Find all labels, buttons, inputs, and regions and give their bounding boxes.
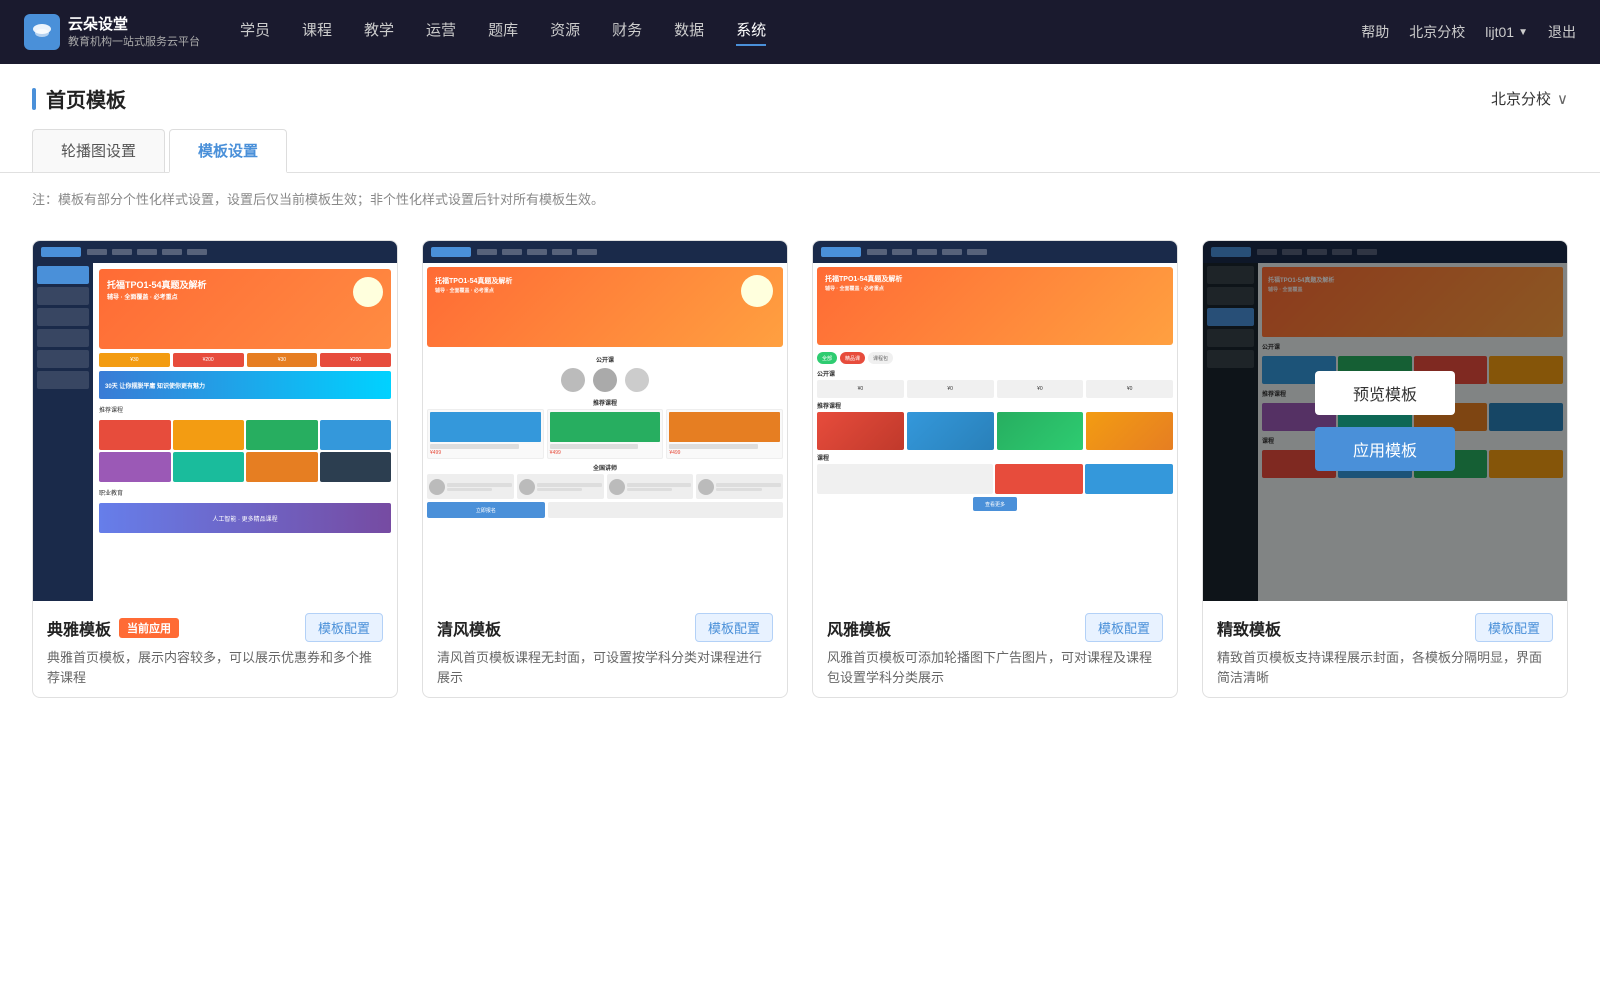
nav-logout[interactable]: 退出 [1548, 22, 1576, 42]
note: 注：模板有部分个性化样式设置，设置后仅当前模板生效；非个性化样式设置后针对所有模… [0, 173, 1600, 224]
page-content: 首页模板 北京分校 ∨ 轮播图设置 模板设置 注：模板有部分个性化样式设置，设置… [0, 64, 1600, 990]
btn-config-elegant[interactable]: 模板配置 [1085, 613, 1163, 642]
navbar: 云朵设堂 教育机构一站式服务云平台 学员 课程 教学 运营 题库 资源 财务 数… [0, 0, 1600, 64]
template-desc-typical: 典雅首页模板，展示内容较多，可以展示优惠券和多个推荐课程 [47, 648, 383, 687]
template-name-clear: 清风模板 [437, 616, 501, 640]
nav-item-questions[interactable]: 题库 [488, 19, 518, 46]
template-grid: 托福TPO1-54真题及解析 辅导 · 全面覆盖 · 必考重点 ¥30 ¥200 [0, 224, 1600, 738]
template-name-elegant: 风雅模板 [827, 616, 891, 640]
nav-items: 学员 课程 教学 运营 题库 资源 财务 数据 系统 [240, 19, 1361, 46]
nav-help[interactable]: 帮助 [1361, 22, 1389, 42]
template-desc-refined: 精致首页模板支持课程展示封面，各模板分隔明显，界面简洁清晰 [1217, 648, 1553, 687]
template-footer-typical: 典雅模板 当前应用 模板配置 典雅首页模板，展示内容较多，可以展示优惠券和多个推… [33, 601, 397, 697]
tab-carousel[interactable]: 轮播图设置 [32, 129, 165, 172]
nav-item-system[interactable]: 系统 [736, 19, 766, 46]
page-title-wrap: 首页模板 [32, 84, 126, 113]
template-desc-clear: 清风首页模板课程无封面，可设置按学科分类对课程进行展示 [437, 648, 773, 687]
logo[interactable]: 云朵设堂 教育机构一站式服务云平台 [24, 14, 200, 50]
logo-icon [24, 14, 60, 50]
template-desc-elegant: 风雅首页模板可添加轮播图下广告图片，可对课程及课程包设置学科分类展示 [827, 648, 1163, 687]
nav-right: 帮助 北京分校 lijt01 ▼ 退出 [1361, 22, 1576, 42]
template-preview-clear: 托福TPO1-54真题及解析 辅导 · 全面覆盖 · 必考重点 公开课 推荐课程 [423, 241, 787, 601]
template-card-elegant: 托福TPO1-54真题及解析 辅导 · 全面覆盖 · 必考重点 全部 精品课 课… [812, 240, 1178, 698]
page-header: 首页模板 北京分校 ∨ [0, 64, 1600, 113]
btn-config-refined[interactable]: 模板配置 [1475, 613, 1553, 642]
nav-item-data[interactable]: 数据 [674, 19, 704, 46]
template-preview-typical: 托福TPO1-54真题及解析 辅导 · 全面覆盖 · 必考重点 ¥30 ¥200 [33, 241, 397, 601]
template-footer-clear: 清风模板 模板配置 清风首页模板课程无封面，可设置按学科分类对课程进行展示 [423, 601, 787, 697]
nav-item-course[interactable]: 课程 [302, 19, 332, 46]
nav-item-resources[interactable]: 资源 [550, 19, 580, 46]
badge-current: 当前应用 [119, 618, 179, 638]
nav-item-finance[interactable]: 财务 [612, 19, 642, 46]
template-name-typical: 典雅模板 当前应用 [47, 616, 179, 640]
btn-apply-refined[interactable]: 应用模板 [1315, 427, 1455, 471]
template-name-refined: 精致模板 [1217, 616, 1281, 640]
btn-config-typical[interactable]: 模板配置 [305, 613, 383, 642]
template-card-clear: 托福TPO1-54真题及解析 辅导 · 全面覆盖 · 必考重点 公开课 推荐课程 [422, 240, 788, 698]
btn-preview-refined[interactable]: 预览模板 [1315, 371, 1455, 415]
nav-branch[interactable]: 北京分校 [1409, 22, 1465, 42]
template-preview-refined: 托福TPO1-54真题及解析 辅导 · 全面覆盖 公开课 推荐课程 [1203, 241, 1567, 601]
tabs-wrap: 轮播图设置 模板设置 [0, 113, 1600, 173]
branch-selector[interactable]: 北京分校 ∨ [1491, 88, 1568, 109]
tab-template[interactable]: 模板设置 [169, 129, 287, 173]
template-footer-refined: 精致模板 模板配置 精致首页模板支持课程展示封面，各模板分隔明显，界面简洁清晰 [1203, 601, 1567, 697]
nav-item-teach[interactable]: 教学 [364, 19, 394, 46]
btn-config-clear[interactable]: 模板配置 [695, 613, 773, 642]
nav-item-ops[interactable]: 运营 [426, 19, 456, 46]
nav-item-student[interactable]: 学员 [240, 19, 270, 46]
hover-buttons: 预览模板 应用模板 [1315, 371, 1455, 471]
nav-user[interactable]: lijt01 ▼ [1485, 24, 1528, 40]
template-card-typical: 托福TPO1-54真题及解析 辅导 · 全面覆盖 · 必考重点 ¥30 ¥200 [32, 240, 398, 698]
page-title-bar [32, 88, 36, 110]
chevron-down-icon: ∨ [1557, 90, 1568, 108]
logo-text: 云朵设堂 教育机构一站式服务云平台 [68, 15, 200, 49]
template-footer-elegant: 风雅模板 模板配置 风雅首页模板可添加轮播图下广告图片，可对课程及课程包设置学科… [813, 601, 1177, 697]
page-title: 首页模板 [46, 84, 126, 113]
template-preview-elegant: 托福TPO1-54真题及解析 辅导 · 全面覆盖 · 必考重点 全部 精品课 课… [813, 241, 1177, 601]
template-card-refined: 托福TPO1-54真题及解析 辅导 · 全面覆盖 公开课 推荐课程 [1202, 240, 1568, 698]
